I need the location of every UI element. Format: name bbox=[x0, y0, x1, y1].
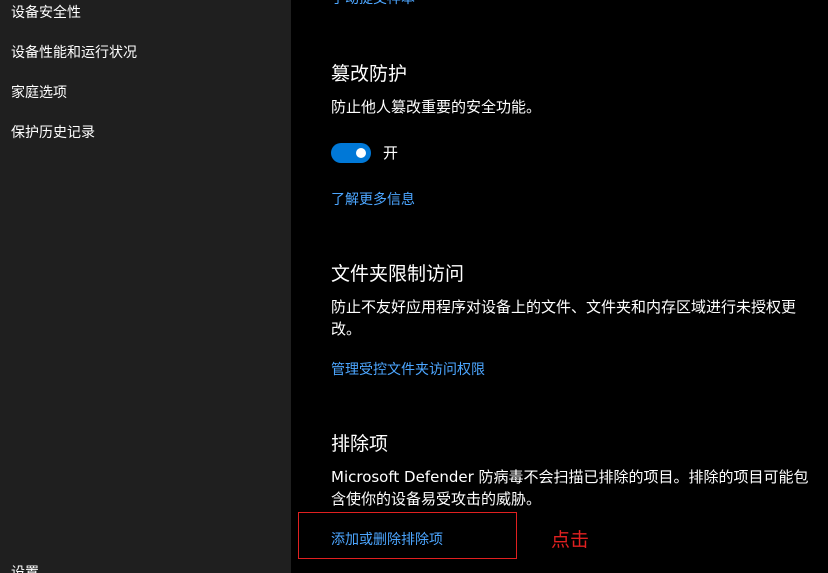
sidebar-item-protection-history[interactable]: 保护历史记录 bbox=[11, 123, 95, 143]
sidebar-nav: 设备安全性 设备性能和运行状况 家庭选项 保护历史记录 设置 bbox=[0, 0, 291, 573]
annotation-click-label: 点击 bbox=[551, 529, 590, 551]
sidebar-item-family-options[interactable]: 家庭选项 bbox=[11, 83, 67, 103]
main-content: 手动提交样本 篡改防护 防止他人篡改重要的安全功能。 开 了解更多信息 文件夹限… bbox=[291, 0, 828, 573]
folder-access-description: 防止不友好应用程序对设备上的文件、文件夹和内存区域进行未授权更改。 bbox=[331, 298, 797, 338]
toggle-knob bbox=[356, 148, 366, 158]
tamper-protection-toggle-state: 开 bbox=[383, 144, 399, 162]
tamper-protection-title: 篡改防护 bbox=[331, 63, 408, 85]
add-remove-exclusions-link[interactable]: 添加或删除排除项 bbox=[331, 530, 443, 550]
sidebar-item-settings[interactable]: 设置 bbox=[11, 563, 39, 573]
submit-sample-link[interactable]: 手动提交样本 bbox=[331, 0, 415, 9]
tamper-protection-description: 防止他人篡改重要的安全功能。 bbox=[331, 98, 542, 116]
sidebar-item-device-performance[interactable]: 设备性能和运行状况 bbox=[11, 43, 137, 63]
windows-security-window: 设备安全性 设备性能和运行状况 家庭选项 保护历史记录 设置 手动提交样本 篡改… bbox=[0, 0, 828, 573]
exclusions-description: Microsoft Defender 防病毒不会扫描已排除的项目。排除的项目可能… bbox=[331, 468, 809, 508]
sidebar-item-device-security[interactable]: 设备安全性 bbox=[11, 3, 81, 23]
manage-folder-access-link[interactable]: 管理受控文件夹访问权限 bbox=[331, 360, 485, 380]
tamper-protection-toggle[interactable] bbox=[331, 143, 371, 163]
folder-access-title: 文件夹限制访问 bbox=[331, 263, 465, 285]
learn-more-link[interactable]: 了解更多信息 bbox=[331, 190, 415, 210]
exclusions-title: 排除项 bbox=[331, 433, 389, 455]
